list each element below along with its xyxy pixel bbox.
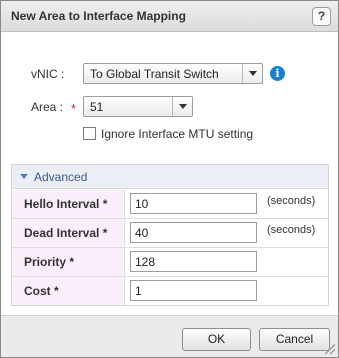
chevron-down-icon: [179, 104, 187, 109]
area-selected-value: 51: [90, 100, 104, 114]
hello-interval-input[interactable]: 10: [130, 193, 257, 214]
ignore-mtu-label[interactable]: Ignore Interface MTU setting: [101, 127, 253, 141]
ignore-mtu-checkbox[interactable]: [83, 127, 96, 140]
chevron-down-icon: [249, 71, 257, 76]
advanced-panel: Advanced Hello Interval * 10 (seconds) D…: [11, 164, 329, 306]
dead-interval-row: Dead Interval * 40 (seconds): [12, 219, 328, 248]
area-label: Area :: [31, 100, 64, 114]
dead-interval-unit: (seconds): [267, 224, 316, 236]
cost-row: Cost * 1: [12, 277, 328, 306]
dead-interval-label-cell: Dead Interval *: [12, 219, 125, 247]
collapse-arrow-icon[interactable]: [20, 174, 28, 179]
help-button[interactable]: ?: [312, 7, 331, 26]
cost-label: Cost *: [24, 284, 59, 298]
dialog: New Area to Interface Mapping ? vNIC : T…: [0, 0, 339, 358]
area-select[interactable]: 51: [83, 96, 193, 117]
dead-interval-input[interactable]: 40: [130, 222, 257, 243]
cancel-button[interactable]: Cancel: [259, 328, 330, 351]
hello-interval-label-cell: Hello Interval *: [12, 190, 125, 218]
vnic-label: vNIC :: [31, 67, 65, 81]
cost-input[interactable]: 1: [130, 280, 257, 301]
vnic-selected-value: To Global Transit Switch: [90, 67, 219, 81]
resize-grip-icon[interactable]: [325, 344, 335, 354]
cost-label-cell: Cost *: [12, 277, 125, 305]
priority-row: Priority * 128: [12, 248, 328, 277]
info-icon[interactable]: i: [270, 66, 285, 81]
area-required-marker: *: [71, 101, 77, 116]
hello-interval-label: Hello Interval *: [24, 197, 108, 211]
priority-label: Priority *: [24, 255, 75, 269]
priority-label-cell: Priority *: [12, 248, 125, 276]
advanced-title: Advanced: [34, 170, 88, 184]
vnic-select[interactable]: To Global Transit Switch: [83, 63, 263, 84]
dead-interval-label: Dead Interval *: [24, 226, 108, 240]
dialog-footer: OK Cancel: [1, 315, 338, 357]
dialog-title: New Area to Interface Mapping: [11, 9, 186, 23]
dialog-titlebar[interactable]: New Area to Interface Mapping ?: [1, 1, 338, 32]
area-dropdown-toggle[interactable]: [172, 97, 192, 116]
hello-interval-unit: (seconds): [267, 195, 316, 207]
hello-interval-row: Hello Interval * 10 (seconds): [12, 190, 328, 219]
advanced-header[interactable]: Advanced: [12, 165, 328, 189]
priority-input[interactable]: 128: [130, 251, 257, 272]
vnic-dropdown-toggle[interactable]: [242, 64, 262, 83]
ok-button[interactable]: OK: [182, 328, 251, 351]
